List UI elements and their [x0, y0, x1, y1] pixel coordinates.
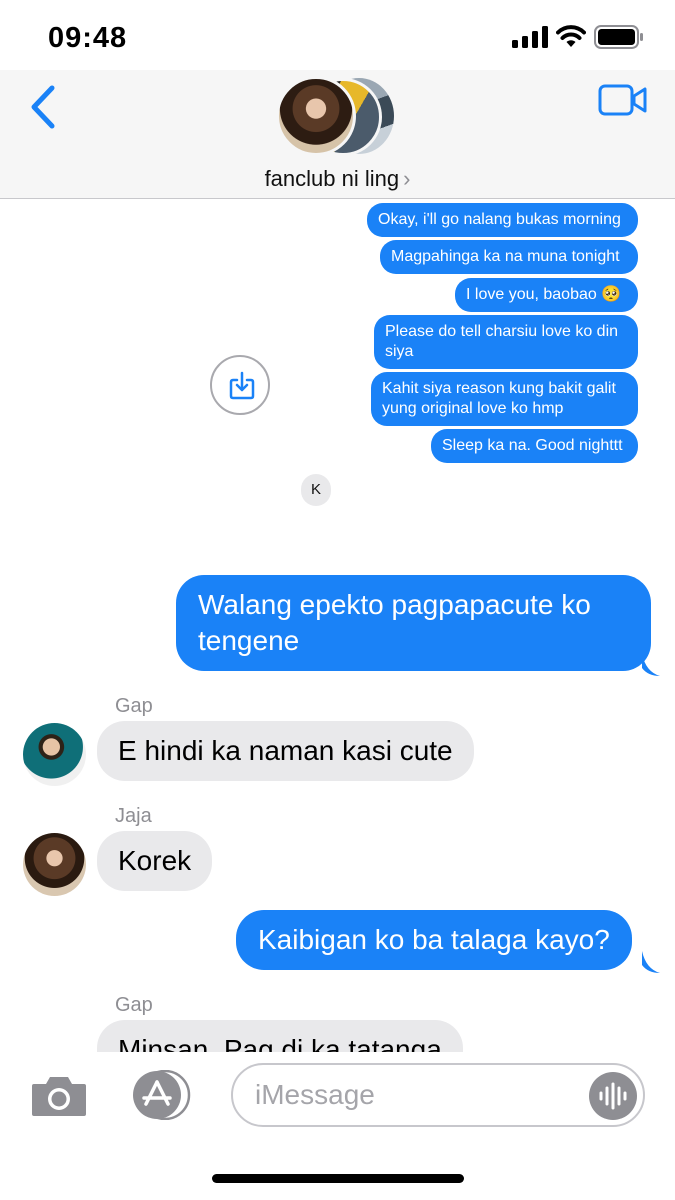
outgoing-message-bubble[interactable]: Walang epekto pagpapacute ko tengene [176, 575, 651, 671]
conversation-header: fanclub ni ling › [0, 70, 675, 199]
chevron-left-icon[interactable] [26, 84, 60, 130]
group-name-button[interactable]: fanclub ni ling › [0, 166, 675, 192]
group-member-avatar [276, 76, 356, 156]
audio-message-button[interactable] [589, 1072, 637, 1120]
chevron-right-icon: › [403, 166, 411, 191]
cellular-signal-icon [512, 26, 548, 48]
group-name: fanclub ni ling [264, 166, 400, 191]
incoming-message-bubble[interactable]: E hindi ka naman kasi cute [97, 721, 474, 781]
sender-name: Gap [115, 695, 153, 717]
quoted-outgoing-bubble: Okay, i'll go nalang bukas morning [367, 203, 638, 237]
sender-avatar[interactable] [23, 723, 86, 786]
sender-name: Gap [115, 994, 153, 1016]
video-camera-icon[interactable] [598, 84, 648, 116]
quoted-screenshot: Okay, i'll go nalang bukas morning Magpa… [0, 200, 675, 520]
group-avatar-stack[interactable] [276, 76, 400, 158]
quoted-outgoing-bubble: Please do tell charsiu love ko din siya [374, 315, 638, 369]
quoted-outgoing-bubble: Kahit siya reason kung bakit galit yung … [371, 372, 638, 426]
save-image-button[interactable] [210, 355, 270, 415]
download-icon [229, 371, 255, 400]
sender-name: Jaja [115, 805, 152, 827]
sender-avatar[interactable] [23, 833, 86, 896]
incoming-message-bubble[interactable]: Korek [97, 831, 213, 891]
message-input-bar [0, 1052, 675, 1200]
outgoing-message-bubble[interactable]: Kaibigan ko ba talaga kayo? [236, 910, 632, 970]
quoted-outgoing-bubble: I love you, baobao 🥺 [455, 278, 638, 312]
imessage-input[interactable] [231, 1063, 645, 1127]
home-indicator[interactable] [212, 1174, 464, 1183]
battery-icon [594, 25, 643, 49]
status-time: 09:48 [48, 22, 128, 54]
camera-icon[interactable] [30, 1074, 88, 1118]
wifi-icon [556, 25, 586, 47]
quoted-incoming-bubble: K [301, 474, 331, 506]
bubble-tail [642, 951, 660, 973]
quoted-outgoing-bubble: Magpahinga ka na muna tonight [380, 240, 638, 274]
app-store-icon[interactable] [127, 1070, 193, 1120]
status-bar: 09:48 [0, 0, 675, 70]
audio-waveform-icon [599, 1082, 627, 1110]
quoted-outgoing-bubble: Sleep ka na. Good nighttt [431, 429, 638, 463]
bubble-tail [642, 654, 660, 676]
